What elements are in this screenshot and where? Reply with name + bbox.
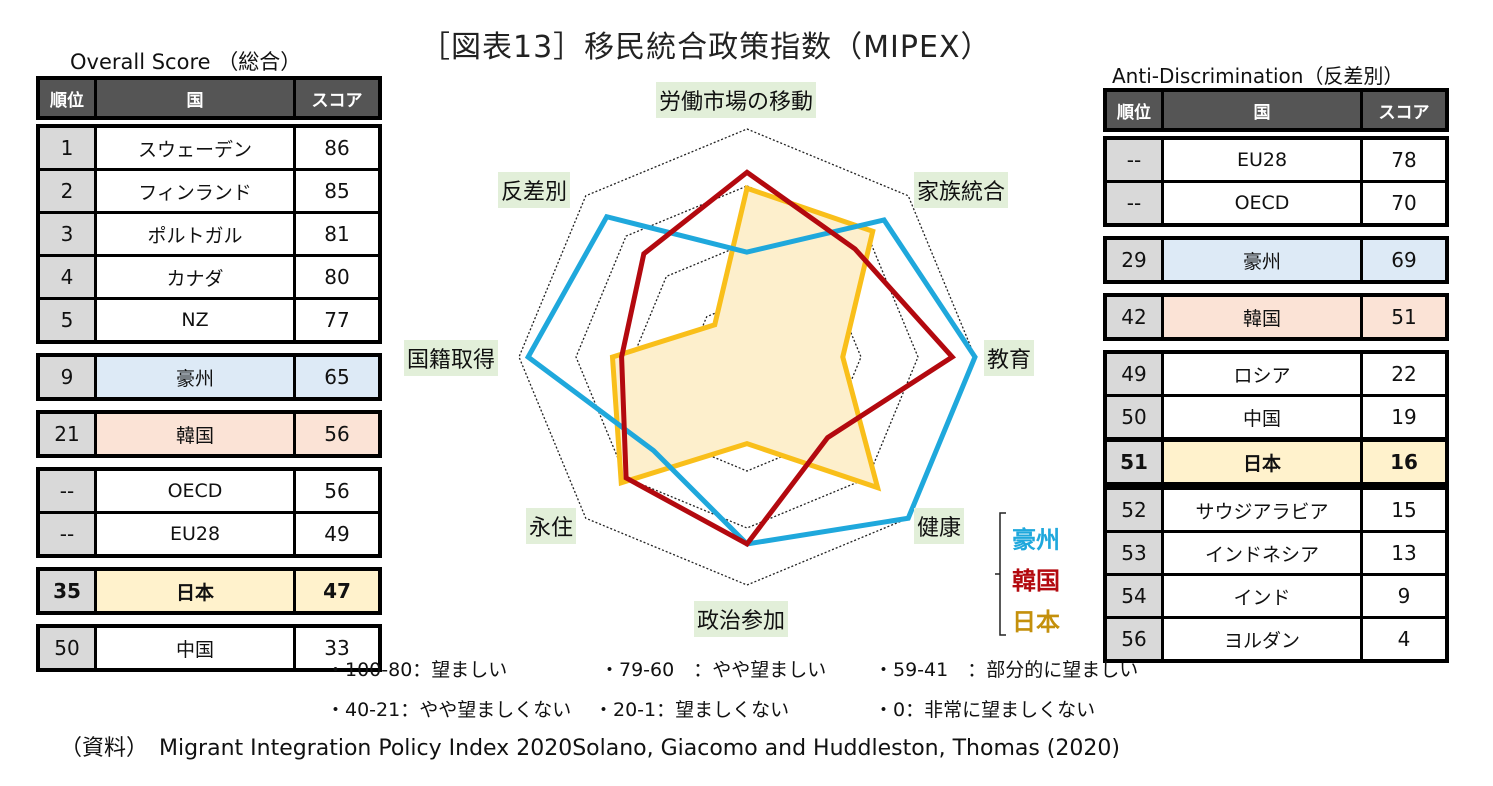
axis-label-labor: 労働市場の移動: [656, 82, 817, 118]
legend-japan: 日本: [1012, 602, 1060, 637]
legend-label: 韓国: [1012, 567, 1060, 595]
axis-label-political: 政治参加: [694, 601, 789, 637]
axis-label-health: 健康: [914, 508, 965, 544]
legend-label: 豪州: [1012, 526, 1060, 554]
note-79-60: ・79-60 ：やや望ましい: [600, 659, 827, 681]
axis-label-family: 家族統合: [914, 172, 1009, 208]
source-note: （資料） Migrant Integration Policy Index 20…: [60, 736, 1120, 761]
note-59-41: ・59-41 ：部分的に望ましい: [874, 659, 1139, 681]
axis-label-antidisc: 反差別: [498, 172, 571, 208]
legend-label: 日本: [1012, 608, 1060, 636]
axis-label-permanent: 永住: [526, 508, 577, 544]
note-20-1: ・20-1：望ましくない: [594, 699, 790, 721]
axis-label-nationality: 国籍取得: [404, 340, 499, 376]
note-40-21: ・40-21：やや望ましくない: [326, 699, 572, 721]
legend-korea: 韓国: [1012, 561, 1060, 596]
note-100-80: ・100-80：望ましい: [326, 659, 508, 681]
axis-label-education: 教育: [984, 340, 1035, 376]
legend-australia: 豪州: [1012, 520, 1060, 555]
note-0: ・0：非常に望ましくない: [874, 699, 1096, 721]
